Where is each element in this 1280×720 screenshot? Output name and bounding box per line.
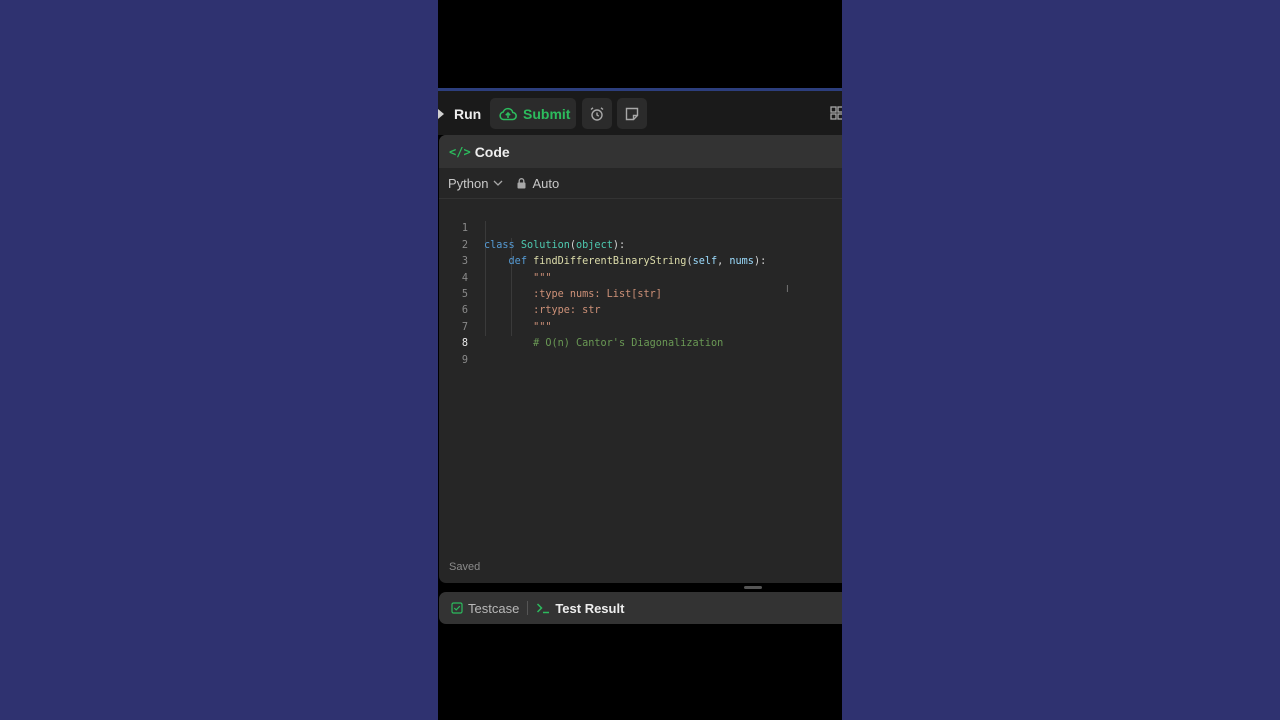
language-bar: Python Auto: [439, 168, 842, 199]
tab-test-result[interactable]: Test Result: [536, 601, 624, 616]
submit-label: Submit: [523, 105, 571, 122]
run-button[interactable]: Run: [438, 99, 491, 129]
code-panel-title: Code: [474, 143, 510, 160]
cloud-upload-icon: [499, 107, 517, 120]
code-panel: </> Code Python Auto 1 class Solution(ob…: [439, 135, 842, 583]
console-tabs: Testcase Test Result: [439, 592, 842, 624]
language-select[interactable]: Python: [448, 176, 503, 191]
timer-button[interactable]: [582, 98, 612, 129]
code-line: 7 # O(n) Cantor's Diagonalization: [439, 303, 842, 349]
video-frame: Run Submit </> Code Python Auto 1 class …: [438, 0, 842, 720]
code-line: 1 class Solution(object):: [439, 205, 842, 250]
sticky-note-icon: [625, 107, 639, 120]
play-icon: [438, 109, 444, 119]
auto-mode-label: Auto: [532, 175, 560, 191]
run-label: Run: [454, 106, 482, 122]
chevron-down-icon: [494, 180, 503, 186]
code-line: 5 :rtype: str: [439, 271, 842, 316]
lock-icon: [517, 177, 526, 188]
code-line: 4 :type nums: List[str]: [439, 254, 842, 300]
tab-testcase-label: Testcase: [468, 600, 520, 616]
terminal-icon: [537, 603, 550, 614]
tab-separator: [527, 601, 529, 615]
code-line-active: 8: [439, 320, 842, 349]
layout-grid-icon[interactable]: [830, 105, 842, 121]
language-label: Python: [448, 175, 489, 191]
notes-button[interactable]: [617, 98, 647, 129]
code-brackets-icon: </>: [449, 144, 471, 159]
panel-resize-handle[interactable]: [744, 586, 762, 589]
text-cursor-icon: I: [786, 284, 789, 295]
code-line: 3 """: [439, 238, 842, 283]
code-panel-header: </> Code: [439, 135, 842, 168]
save-status: Saved: [449, 561, 481, 573]
auto-mode-toggle[interactable]: Auto: [517, 176, 559, 191]
code-editor[interactable]: 1 class Solution(object): 2 def findDiff…: [439, 205, 842, 555]
checkbox-icon: [451, 602, 463, 614]
alarm-clock-icon: [590, 106, 604, 121]
code-line: 2 def findDifferentBinaryString(self, nu…: [439, 221, 842, 267]
code-line: 9: [439, 336, 842, 366]
line-number: 9: [461, 354, 468, 366]
submit-button[interactable]: Submit: [490, 98, 576, 129]
tab-testcase[interactable]: Testcase: [451, 601, 519, 616]
background-right: [842, 0, 1280, 720]
editor-toolbar: Run Submit: [438, 91, 842, 135]
tab-test-result-label: Test Result: [555, 600, 625, 616]
background-left: [0, 0, 438, 720]
code-line: 6 """: [439, 287, 842, 332]
